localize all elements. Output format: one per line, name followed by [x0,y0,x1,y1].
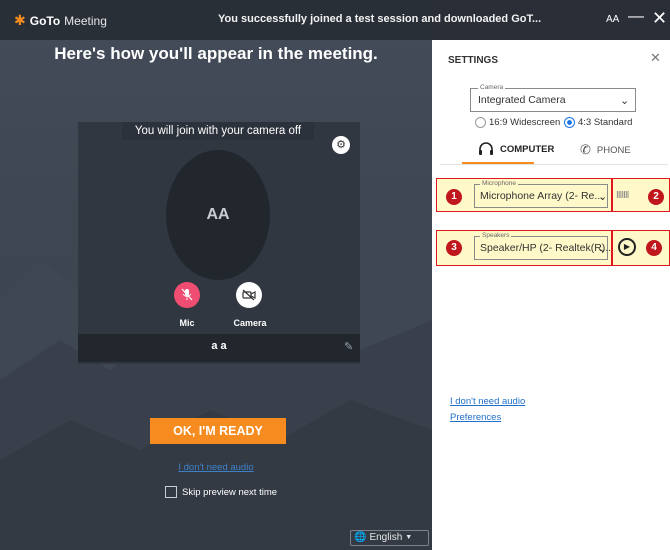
radio-selected-icon [564,117,575,128]
user-initials[interactable]: AA [606,14,619,25]
annotation-badge-3: 3 [446,240,462,256]
no-audio-link-preview[interactable]: I don't need audio [0,462,432,473]
logo-star-icon: ✱ [14,12,26,28]
gotomeeting-logo: ✱ GoTo Meeting [14,12,107,29]
language-value: English [369,532,403,543]
close-window-button[interactable]: ✕ [652,8,667,29]
play-test-sound-button[interactable]: ▶ [618,238,636,256]
edit-name-icon[interactable]: ✎ [344,340,353,353]
phone-icon: ✆ [580,142,591,157]
tab-divider [440,164,668,165]
ratio-widescreen-option[interactable]: 16:9 Widescreen [475,117,560,128]
annotation-badge-2: 2 [648,189,664,205]
avatar: AA [166,150,270,280]
chevron-down-icon: ⌄ [598,191,608,203]
tab-phone-label: PHONE [596,144,631,156]
skip-preview-option[interactable]: Skip preview next time [165,486,277,498]
close-icon[interactable]: ✕ [650,50,661,66]
ratio-widescreen-label: 16:9 Widescreen [489,117,561,128]
logo-goto-text: GoTo [29,13,61,28]
skip-preview-checkbox[interactable] [165,486,177,498]
speakers-select-label: Speakers [480,232,512,239]
chevron-down-icon: ▼ [405,534,413,541]
camera-off-icon [242,289,256,301]
radio-unselected-icon [475,117,486,128]
gear-icon[interactable]: ⚙ [332,136,350,154]
chevron-down-icon: ⌄ [620,95,630,107]
display-name: a a [211,340,227,352]
microphone-select-label: Microphone [480,180,518,187]
mic-level-meter: IIIIIII [616,190,629,201]
annotation-badge-4: 4 [646,240,662,256]
join-notice: You successfully joined a test session a… [218,13,542,25]
ratio-standard-option[interactable]: 4:3 Standard [564,117,632,128]
headset-icon [479,142,493,155]
ok-ready-button[interactable]: OK, I'M READY [150,418,286,444]
annotation-badge-1: 1 [446,189,462,205]
tab-phone[interactable]: ✆ PHONE [580,142,631,158]
minimize-button[interactable]: — [628,8,644,26]
chevron-down-icon: ⌄ [598,243,608,255]
globe-icon: 🌐 [354,532,367,543]
camera-select-label: Camera [478,84,506,91]
skip-preview-label: Skip preview next time [182,486,278,498]
mic-label: Mic [179,318,195,328]
title-bar: ✱ GoTo Meeting You successfully joined a … [0,0,670,40]
preferences-link[interactable]: Preferences [450,412,501,423]
no-audio-link-settings[interactable]: I don't need audio [450,396,525,407]
microphone-select-value: Microphone Array (2- Re... [480,190,604,202]
mic-muted-icon [181,288,193,301]
camera-label: Camera [233,318,267,328]
tab-computer-label: COMPUTER [500,143,555,155]
camera-select-value: Integrated Camera [478,94,566,106]
tab-computer[interactable]: COMPUTER [478,142,554,156]
page-title: Here's how you'll appear in the meeting. [54,44,378,63]
speakers-select-value: Speaker/HP (2- Realtek(R)... [480,242,615,254]
logo-meeting-text: Meeting [64,13,107,28]
mic-mute-button[interactable] [174,282,200,308]
camera-off-banner: You will join with your camera off [122,122,314,140]
language-select[interactable]: 🌐 English ▼ [350,530,429,546]
camera-toggle-button[interactable] [236,282,262,308]
ratio-standard-label: 4:3 Standard [578,117,633,128]
tab-active-indicator [462,162,534,164]
settings-title: SETTINGS [448,55,499,66]
